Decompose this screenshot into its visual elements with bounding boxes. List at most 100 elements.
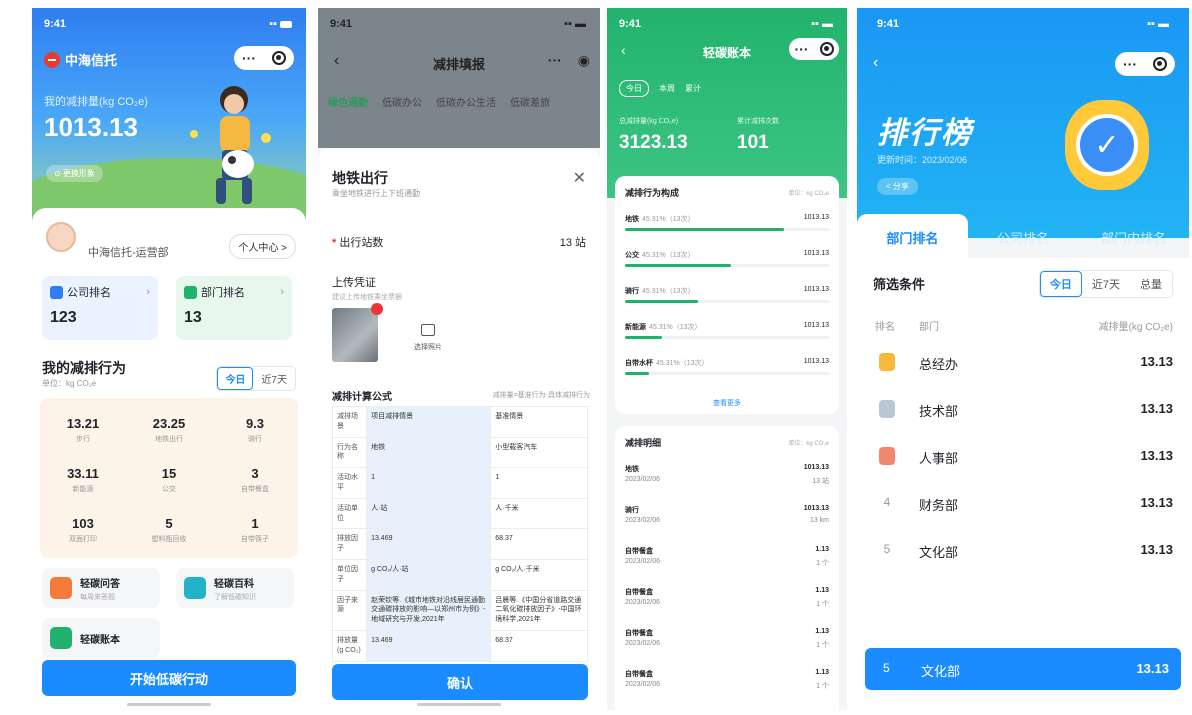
dept-rank-card[interactable]: 部门排名 › 13 (176, 276, 292, 340)
dept-rank-label: 部门排名 (201, 287, 245, 299)
change-avatar-button[interactable]: ⊙ 更换形象 (46, 165, 103, 182)
more-icon[interactable]: ··· (1123, 56, 1137, 72)
back-icon[interactable]: ‹ (873, 54, 878, 72)
seg-today[interactable]: 今日 (1039, 271, 1082, 297)
cell: 1 (490, 467, 588, 499)
tab-in-dept-rank[interactable]: 部门内排名 (1078, 214, 1189, 258)
my-rank-bar: 5 文化部 13.13 (865, 648, 1181, 690)
detail-name: 自带餐盒 (625, 671, 653, 678)
more-icon[interactable]: ··· (548, 52, 562, 69)
clock: 9:41 (44, 18, 67, 30)
seg-7days[interactable]: 近7天 (1082, 271, 1130, 297)
detail-name: 骑行 (625, 507, 639, 514)
tab-office[interactable]: 低碳办公 (382, 94, 422, 109)
detail-quantity: 1 个 (816, 683, 829, 690)
tab-company-rank[interactable]: 公司排名 (968, 214, 1079, 258)
progress-fill (625, 336, 662, 339)
confirm-button[interactable]: 确认 (332, 664, 588, 700)
uploaded-photo[interactable] (332, 303, 383, 362)
company-icon (50, 285, 63, 299)
updated-time: 更新时间：2023/02/06 (877, 155, 968, 165)
medal-icon: ✓ (1065, 100, 1149, 190)
stat-cell: 13.21 步行 (40, 416, 126, 444)
encyclopedia-entry[interactable]: 轻碳百科 了解低碳知识 (176, 568, 294, 608)
tab-dept-rank[interactable]: 部门排名 (857, 214, 968, 258)
stat-value: 23.25 (152, 416, 186, 431)
company-rank-card[interactable]: 公司排名 › 123 (42, 276, 158, 340)
seg-today[interactable]: 今日 (217, 367, 254, 390)
mini-program-capsule[interactable]: ··· (789, 38, 839, 60)
chevron-right-icon: › (280, 286, 284, 298)
detail-value: 1.13 (815, 628, 829, 635)
seg-total[interactable]: 总量 (1130, 271, 1172, 297)
remove-photo-icon[interactable] (371, 303, 383, 315)
cell: 单位因子 (331, 558, 368, 591)
detail-date: 2023/02/06 (625, 640, 661, 647)
status-bar: 9:41 ▪▪ ▬ (877, 18, 1169, 30)
choose-photo-button[interactable]: 选择照片 (398, 308, 458, 362)
item-percent: 45.31%（13次） (642, 288, 695, 295)
mini-program-capsule[interactable]: ··· (234, 46, 294, 70)
tab-commute[interactable]: 绿色通勤 (328, 94, 368, 109)
feature-sub: 每周来答题 (80, 593, 115, 601)
share-button[interactable]: < 分享 (877, 178, 918, 195)
tab-total[interactable]: 累计 (685, 83, 701, 94)
table-row: 单位因子 g CO₂/人·站 g CO₂/人·千米 (331, 558, 588, 591)
tab-today[interactable]: 今日 (619, 80, 649, 97)
cell: 人·站 (366, 497, 492, 530)
ledger-screen: 9:41 ▪▪ ▬ ‹ 轻碳账本 ··· 今日 本周 累计 总减排量(kg CO₂… (607, 8, 847, 710)
cell: 小型载客汽车 (490, 436, 588, 469)
stations-input[interactable]: 13 站 (560, 234, 586, 250)
start-action-button[interactable]: 开始低碳行动 (42, 660, 296, 696)
close-icon[interactable]: ✕ (573, 168, 586, 188)
ledger-entry[interactable]: 轻碳账本 (42, 618, 160, 658)
item-value: 1013.13 (803, 358, 829, 365)
table-row: 活动水平 1 1 (331, 467, 588, 499)
close-target-icon[interactable] (1153, 57, 1167, 71)
dept-value: 13.13 (1140, 354, 1173, 369)
my-reduction-label: 我的减排量(kg CO₂e) (44, 96, 148, 108)
item-name: 地铁 45.31%（13次） (625, 214, 695, 224)
dept-icon (184, 285, 197, 299)
total-label: 总减排量(kg CO₂e) (619, 118, 679, 125)
choose-photo-label: 选择照片 (414, 344, 442, 351)
seg-7days[interactable]: 近7天 (253, 367, 295, 390)
stat-label: 自带筷子 (241, 536, 269, 543)
see-more-link[interactable]: 查看更多 (615, 398, 839, 408)
tab-office-life[interactable]: 低碳办公生活 (436, 94, 496, 109)
item-value: 1013.13 (803, 214, 829, 221)
close-target-icon[interactable]: ◉ (578, 52, 590, 69)
detail-name: 自带餐盒 (625, 630, 653, 637)
more-icon[interactable]: ··· (242, 50, 256, 66)
mini-program-capsule[interactable]: ··· (1115, 52, 1175, 76)
detail-quantity: 13 站 (812, 478, 829, 485)
brand: 中海信托 (44, 50, 117, 69)
feature-title: 轻碳百科 (214, 578, 254, 590)
column-header-dept: 部门 (919, 322, 939, 333)
user-center-button[interactable]: 个人中心 > (229, 234, 296, 259)
my-reduction-value: 1013.13 (44, 112, 138, 142)
cell: 地铁 (366, 436, 492, 469)
detail-row: 自带餐盒 2023/02/06 1.13 1 个 (625, 669, 829, 701)
mini-program-capsule[interactable]: ··· ◉ (548, 52, 590, 69)
item-label: 骑行 (625, 288, 639, 295)
cell: 基准情景 (490, 406, 588, 438)
home-indicator (417, 703, 501, 706)
status-bar: 9:41 ▪▪ (44, 18, 292, 30)
avatar[interactable] (46, 222, 76, 252)
progress-fill (625, 264, 732, 267)
stat-cell: 3 自带餐盒 (212, 466, 298, 494)
stat-cell: 23.25 地铁出行 (126, 416, 212, 444)
image-icon (421, 324, 435, 336)
period-tabs: 今日 本周 累计 (619, 80, 701, 97)
unit-label: 单位：kg CO₂e (788, 191, 829, 197)
company-rank-value: 123 (50, 309, 77, 326)
tab-week[interactable]: 本周 (659, 83, 675, 94)
detail-date: 2023/02/06 (625, 681, 661, 688)
check-icon: ✓ (1076, 114, 1138, 176)
close-target-icon[interactable] (272, 51, 286, 65)
close-target-icon[interactable] (819, 42, 834, 56)
tab-travel[interactable]: 低碳差旅 (510, 94, 550, 109)
more-icon[interactable]: ··· (795, 41, 809, 57)
quiz-entry[interactable]: 轻碳问答 每周来答题 (42, 568, 160, 608)
